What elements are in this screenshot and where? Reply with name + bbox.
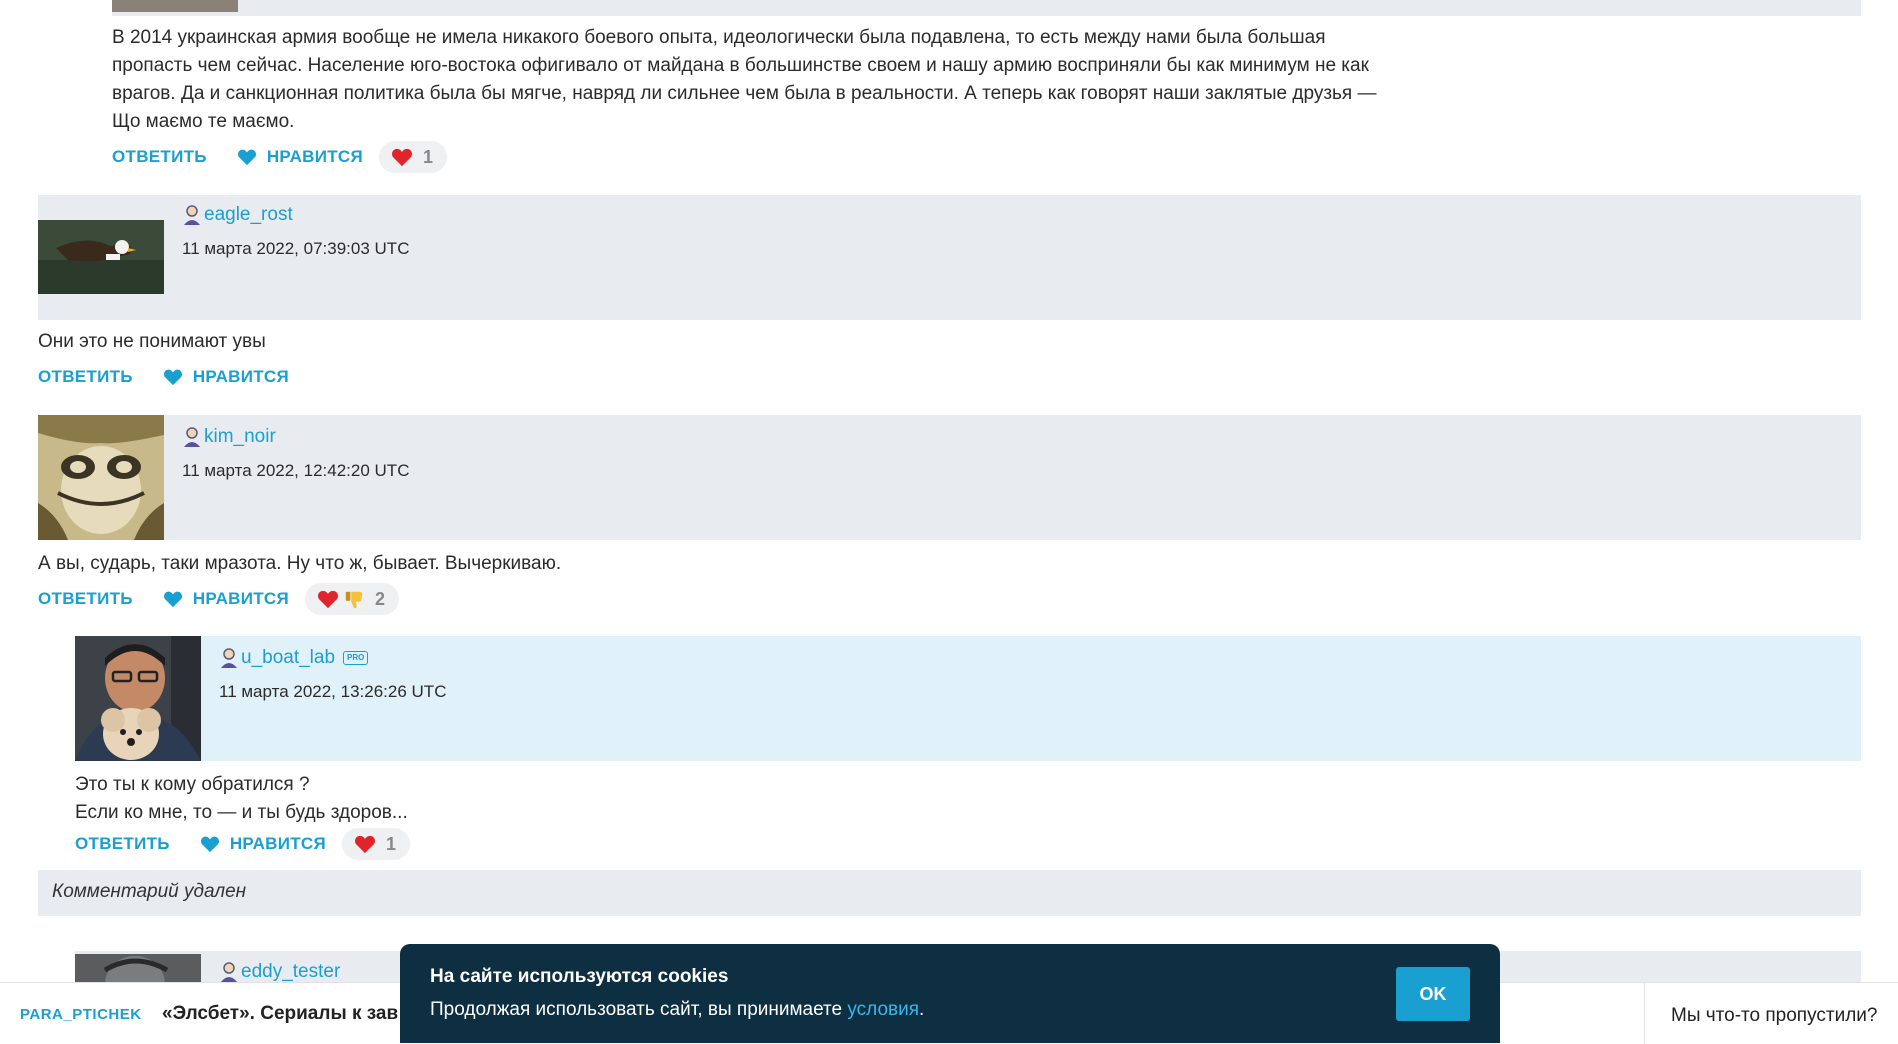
user-icon xyxy=(221,648,237,668)
red-heart-icon xyxy=(392,148,413,167)
comment-actions: ОТВЕТИТЬ НРАВИТСЯ 1 xyxy=(75,828,411,860)
comment-author: kim_noir xyxy=(182,426,276,448)
comment-author: u_boat_lab PRO xyxy=(219,647,369,669)
cookie-text: Продолжая использовать сайт, вы принимае… xyxy=(430,999,924,1021)
cookie-ok-button[interactable]: OK xyxy=(1396,967,1470,1021)
avatar[interactable] xyxy=(38,220,164,294)
comment-author: eddy_tester xyxy=(219,961,340,983)
user-icon xyxy=(184,427,200,447)
footer-feedback[interactable]: Мы что-то пропустили? xyxy=(1644,983,1898,1044)
comment-actions: ОТВЕТИТЬ НРАВИТСЯ xyxy=(38,361,289,393)
reply-button[interactable]: ОТВЕТИТЬ xyxy=(75,834,170,854)
username-link[interactable]: kim_noir xyxy=(204,426,276,448)
comments-page: В 2014 украинская армия вообще не имела … xyxy=(0,0,1898,1044)
cookie-suffix: . xyxy=(919,999,925,1020)
like-label: НРАВИТСЯ xyxy=(266,147,364,166)
red-heart-icon xyxy=(355,835,376,854)
reactions-pill[interactable]: 1 xyxy=(379,141,448,173)
like-button[interactable]: НРАВИТСЯ xyxy=(163,589,289,609)
cookie-banner: На сайте используются cookies Продолжая … xyxy=(400,944,1500,1043)
heart-icon xyxy=(163,369,182,386)
username-link[interactable]: eagle_rost xyxy=(204,204,293,226)
like-label: НРАВИТСЯ xyxy=(192,367,290,386)
previous-comment-header xyxy=(112,0,1861,16)
heart-icon xyxy=(200,836,219,853)
pro-badge: PRO xyxy=(343,651,369,665)
reactions-pill[interactable]: 2 xyxy=(305,583,400,615)
reply-button[interactable]: ОТВЕТИТЬ xyxy=(112,147,207,167)
user-icon xyxy=(184,205,200,225)
thumbs-down-icon xyxy=(345,591,363,609)
like-label: НРАВИТСЯ xyxy=(229,834,327,853)
previous-avatar[interactable] xyxy=(112,0,238,12)
username-link[interactable]: eddy_tester xyxy=(241,961,340,983)
comment-author: eagle_rost xyxy=(182,204,293,226)
comment-actions: ОТВЕТИТЬ НРАВИТСЯ 2 xyxy=(38,583,400,615)
like-button[interactable]: НРАВИТСЯ xyxy=(200,834,326,854)
footer-author-link[interactable]: PARA_PTICHEK xyxy=(20,1006,142,1023)
heart-icon xyxy=(237,149,256,166)
cookie-message: Продолжая использовать сайт, вы принимае… xyxy=(430,999,848,1020)
comment-text: Они это не понимают увы xyxy=(38,331,266,352)
reactions-count: 1 xyxy=(386,833,397,854)
reactions-count: 2 xyxy=(375,588,386,609)
user-icon xyxy=(221,962,237,982)
deleted-comment-label: Комментарий удален xyxy=(52,881,247,902)
red-heart-icon xyxy=(318,590,339,609)
username-link[interactable]: u_boat_lab xyxy=(241,647,335,669)
deleted-comment: Комментарий удален xyxy=(38,870,1861,916)
comment-text: А вы, сударь, таки мразота. Ну что ж, бы… xyxy=(38,553,562,574)
like-label: НРАВИТСЯ xyxy=(192,589,290,608)
footer-article-title[interactable]: «Элсбет». Сериалы к зав xyxy=(162,1003,398,1025)
avatar[interactable] xyxy=(38,415,164,540)
cookie-terms-link[interactable]: условия xyxy=(847,999,919,1020)
reactions-pill[interactable]: 1 xyxy=(342,828,411,860)
like-button[interactable]: НРАВИТСЯ xyxy=(163,367,289,387)
reply-button[interactable]: ОТВЕТИТЬ xyxy=(38,367,133,387)
comment-timestamp: 11 марта 2022, 07:39:03 UTC xyxy=(182,239,410,258)
comment-actions: ОТВЕТИТЬ НРАВИТСЯ 1 xyxy=(112,141,448,173)
avatar[interactable] xyxy=(75,636,201,761)
comment-timestamp: 11 марта 2022, 13:26:26 UTC xyxy=(219,682,447,701)
footer-feedback-text: Мы что-то пропустили? xyxy=(1671,1005,1878,1026)
heart-icon xyxy=(163,591,182,608)
comment-timestamp: 11 марта 2022, 12:42:20 UTC xyxy=(182,461,410,480)
reactions-count: 1 xyxy=(423,146,434,167)
cookie-title: На сайте используются cookies xyxy=(430,966,729,987)
comment-text: В 2014 украинская армия вообще не имела … xyxy=(112,27,1377,132)
reply-button[interactable]: ОТВЕТИТЬ xyxy=(38,589,133,609)
like-button[interactable]: НРАВИТСЯ xyxy=(237,147,363,167)
comment-text: Это ты к кому обратился ? Если ко мне, т… xyxy=(75,774,408,823)
